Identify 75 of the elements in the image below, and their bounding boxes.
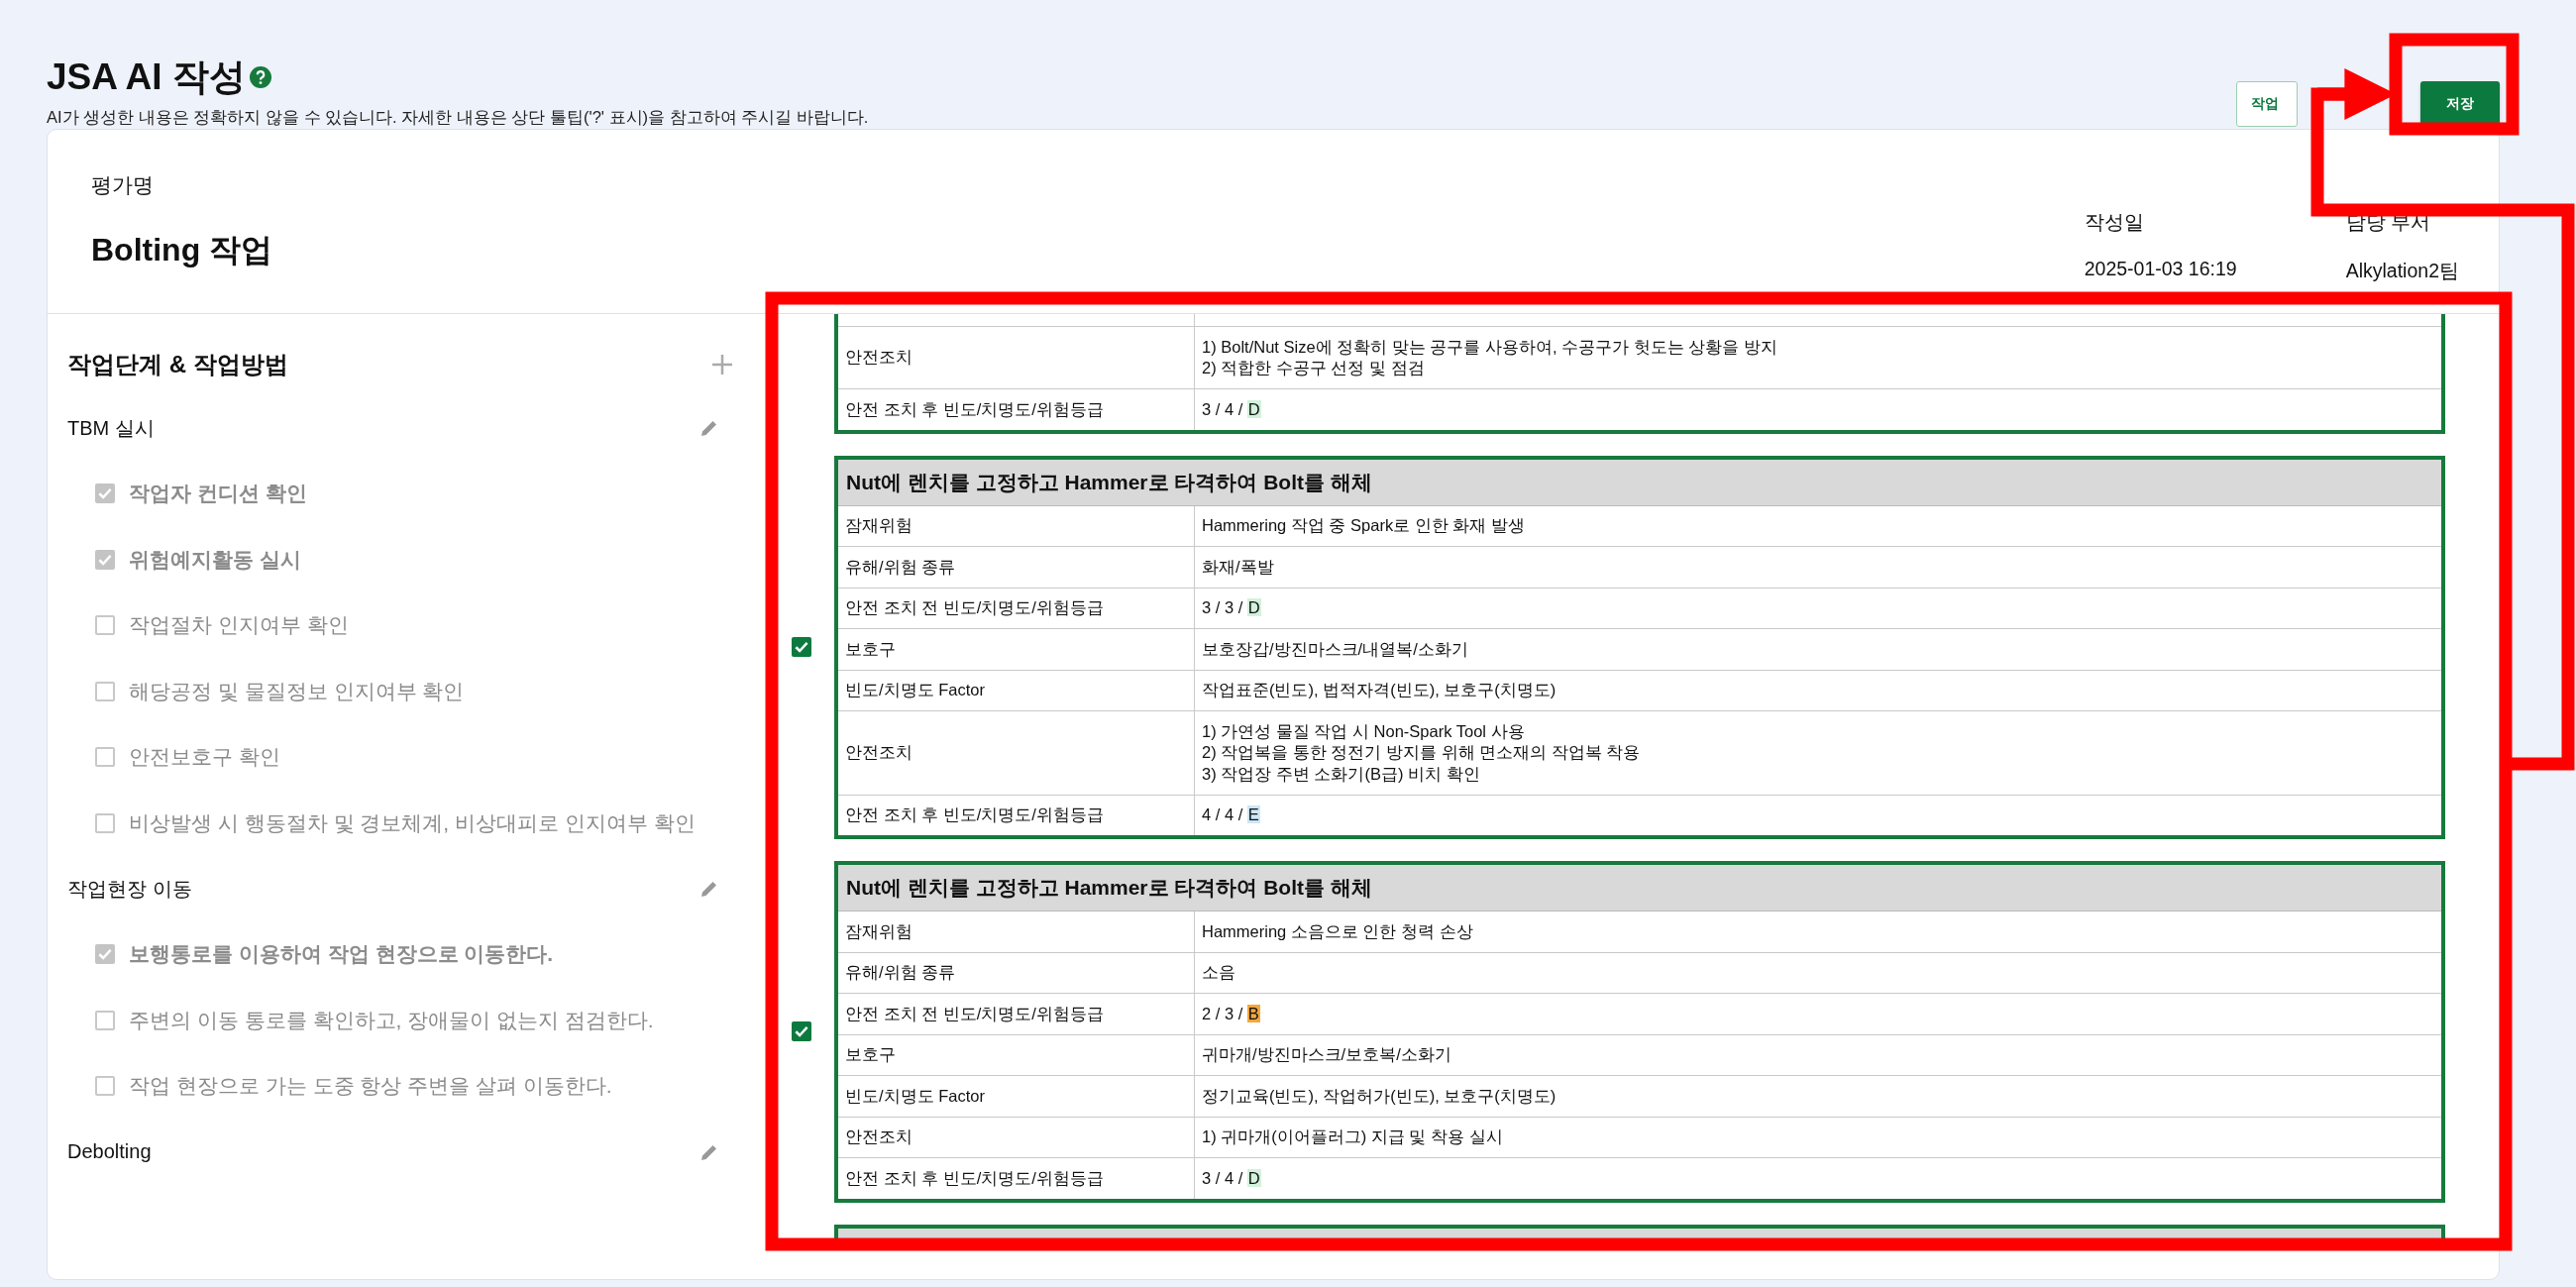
method-label: 비상발생 시 행동절차 및 경보체계, 비상대피로 인지여부 확인 <box>129 809 696 836</box>
method-label: 해당공정 및 물질정보 인지여부 확인 <box>129 678 465 704</box>
checkbox[interactable] <box>95 944 115 965</box>
field-label: 평가명 <box>91 172 155 198</box>
risk-grade: D <box>1246 598 1261 616</box>
row-label: 안전 조치 전 빈도/치명도/위험등급 <box>845 597 1104 618</box>
row-value: 작업표준(빈도), 법적자격(빈도), 보호구(치명도) <box>1202 680 1556 700</box>
checkbox[interactable] <box>95 483 115 504</box>
step-name[interactable]: 작업현장 이동 <box>67 875 192 903</box>
row-label: 안전 조치 전 빈도/치명도/위험등급 <box>845 1003 1104 1024</box>
method-label: 보행통로를 이용하여 작업 현장으로 이동한다. <box>129 941 554 968</box>
row-value: 3 / 4 / D <box>1202 398 1261 420</box>
row-label: 빈도/치명도 Factor <box>845 1085 985 1107</box>
row-value: Hammering 작업 중 Spark로 인한 화재 발생 <box>1202 515 1525 536</box>
field-value: Alkylation2팀 <box>2345 259 2459 283</box>
field-label: 작성일 <box>2084 210 2145 235</box>
hazard-heading: Nut에 렌치를 고정하고 Hammer로 타격하여 Bolt를 해체 <box>838 865 2441 912</box>
row-label: 유해/위험 종류 <box>845 556 956 578</box>
section-title: 작업단계 & 작업방법 <box>67 350 288 379</box>
checkbox[interactable] <box>95 549 115 570</box>
risk-grade: D <box>1246 399 1261 418</box>
checkbox[interactable] <box>95 1076 115 1097</box>
hazard-heading: Nut에 렌치를 고정하고 Hammer로 타격하여 Bolt를 해체 <box>838 459 2441 506</box>
row-label: 유해/위험 종류 <box>845 962 956 983</box>
row-label: 안전조치 <box>845 1126 912 1147</box>
row-value: 소음 <box>1202 962 1235 983</box>
assessment-name: Bolting 작업 <box>91 231 273 269</box>
method-label: 작업 현장으로 가는 도중 항상 주변을 살펴 이동한다. <box>129 1073 612 1100</box>
row-label: 안전 조치 후 빈도/치명도/위험등급 <box>845 1167 1104 1189</box>
row-value: 보호장갑/방진마스크/내열복/소화기 <box>1202 638 1468 660</box>
row-value: 2 / 3 / B <box>1202 1003 1260 1024</box>
checkbox[interactable] <box>792 1021 811 1042</box>
row-value: Hammering 소음으로 인한 청력 손상 <box>1202 920 1473 942</box>
risk-grade: E <box>1246 805 1260 823</box>
row-value: 1) Bolt/Nut Size에 정확히 맞는 공구를 사용하여, 수공구가 헛도는 상황을 방지 2) 적합한 수공구 선정 및 점검 <box>1202 336 1777 378</box>
add-icon[interactable] <box>711 354 733 375</box>
row-label: 안전조치 <box>845 742 912 763</box>
page-title: JSA AI 작성 <box>47 55 246 99</box>
method-label: 작업자 컨디션 확인 <box>129 481 307 507</box>
step-name[interactable]: TBM 실시 <box>67 414 155 442</box>
row-value: 정기교육(빈도), 작업허가(빈도), 보호구(치명도) <box>1202 1085 1556 1107</box>
row-value: 1) 귀마개(이어플러그) 지급 및 착용 실시 <box>1202 1126 1503 1147</box>
method-label: 위험예지활동 실시 <box>129 546 301 573</box>
row-label: 안전 조치 후 빈도/치명도/위험등급 <box>845 398 1104 420</box>
risk-grade: B <box>1246 1004 1260 1022</box>
row-value: 귀마개/방진마스크/보호복/소화기 <box>1202 1044 1451 1065</box>
edit-icon[interactable] <box>699 879 719 899</box>
row-label: 잠재위험 <box>845 515 912 536</box>
checkbox[interactable] <box>792 637 811 658</box>
row-label: 잠재위험 <box>845 920 912 942</box>
row-label: 안전 조치 후 빈도/치명도/위험등급 <box>845 804 1104 825</box>
checkbox[interactable] <box>95 681 115 701</box>
row-label: 빈도/치명도 Factor <box>845 680 985 700</box>
method-label: 주변의 이동 통로를 확인하고, 장애물이 없는지 점검한다. <box>129 1007 654 1033</box>
checkbox[interactable] <box>95 812 115 833</box>
notice-text: AI가 생성한 내용은 정확하지 않을 수 있습니다. 자세한 내용은 상단 툴팁('?' 표시)을 참고하여 주시길 바랍니다. <box>47 107 869 128</box>
row-value: 화재/폭발 <box>1202 556 1274 578</box>
field-value: 2025-01-03 16:19 <box>2084 258 2238 280</box>
regenerate-button[interactable]: 작업 <box>2236 81 2298 127</box>
checkbox[interactable] <box>95 615 115 636</box>
checkbox[interactable] <box>95 1010 115 1030</box>
edit-icon[interactable] <box>699 418 719 438</box>
method-label: 작업절차 인지여부 확인 <box>129 612 349 639</box>
help-icon[interactable] <box>249 66 271 88</box>
checkbox[interactable] <box>95 747 115 768</box>
method-label: 안전보호구 확인 <box>129 744 280 771</box>
row-value: 1) 가연성 물질 작업 시 Non-Spark Tool 사용 2) 작업복을 통한 정전기 방지를 위해 면소재의 작업복 착용 3) 작업장 주변 소화기(B급) 비치 확인 <box>1202 720 1641 785</box>
risk-grade: D <box>1246 1168 1261 1187</box>
row-value: 4 / 4 / E <box>1202 804 1260 825</box>
row-value: 3 / 3 / D <box>1202 597 1261 618</box>
row-label: 안전조치 <box>845 347 912 369</box>
row-value: 3 / 4 / D <box>1202 1167 1261 1189</box>
step-name[interactable]: Debolting <box>67 1140 152 1163</box>
row-label: 보호구 <box>845 638 896 660</box>
row-label: 보호구 <box>845 1044 896 1065</box>
